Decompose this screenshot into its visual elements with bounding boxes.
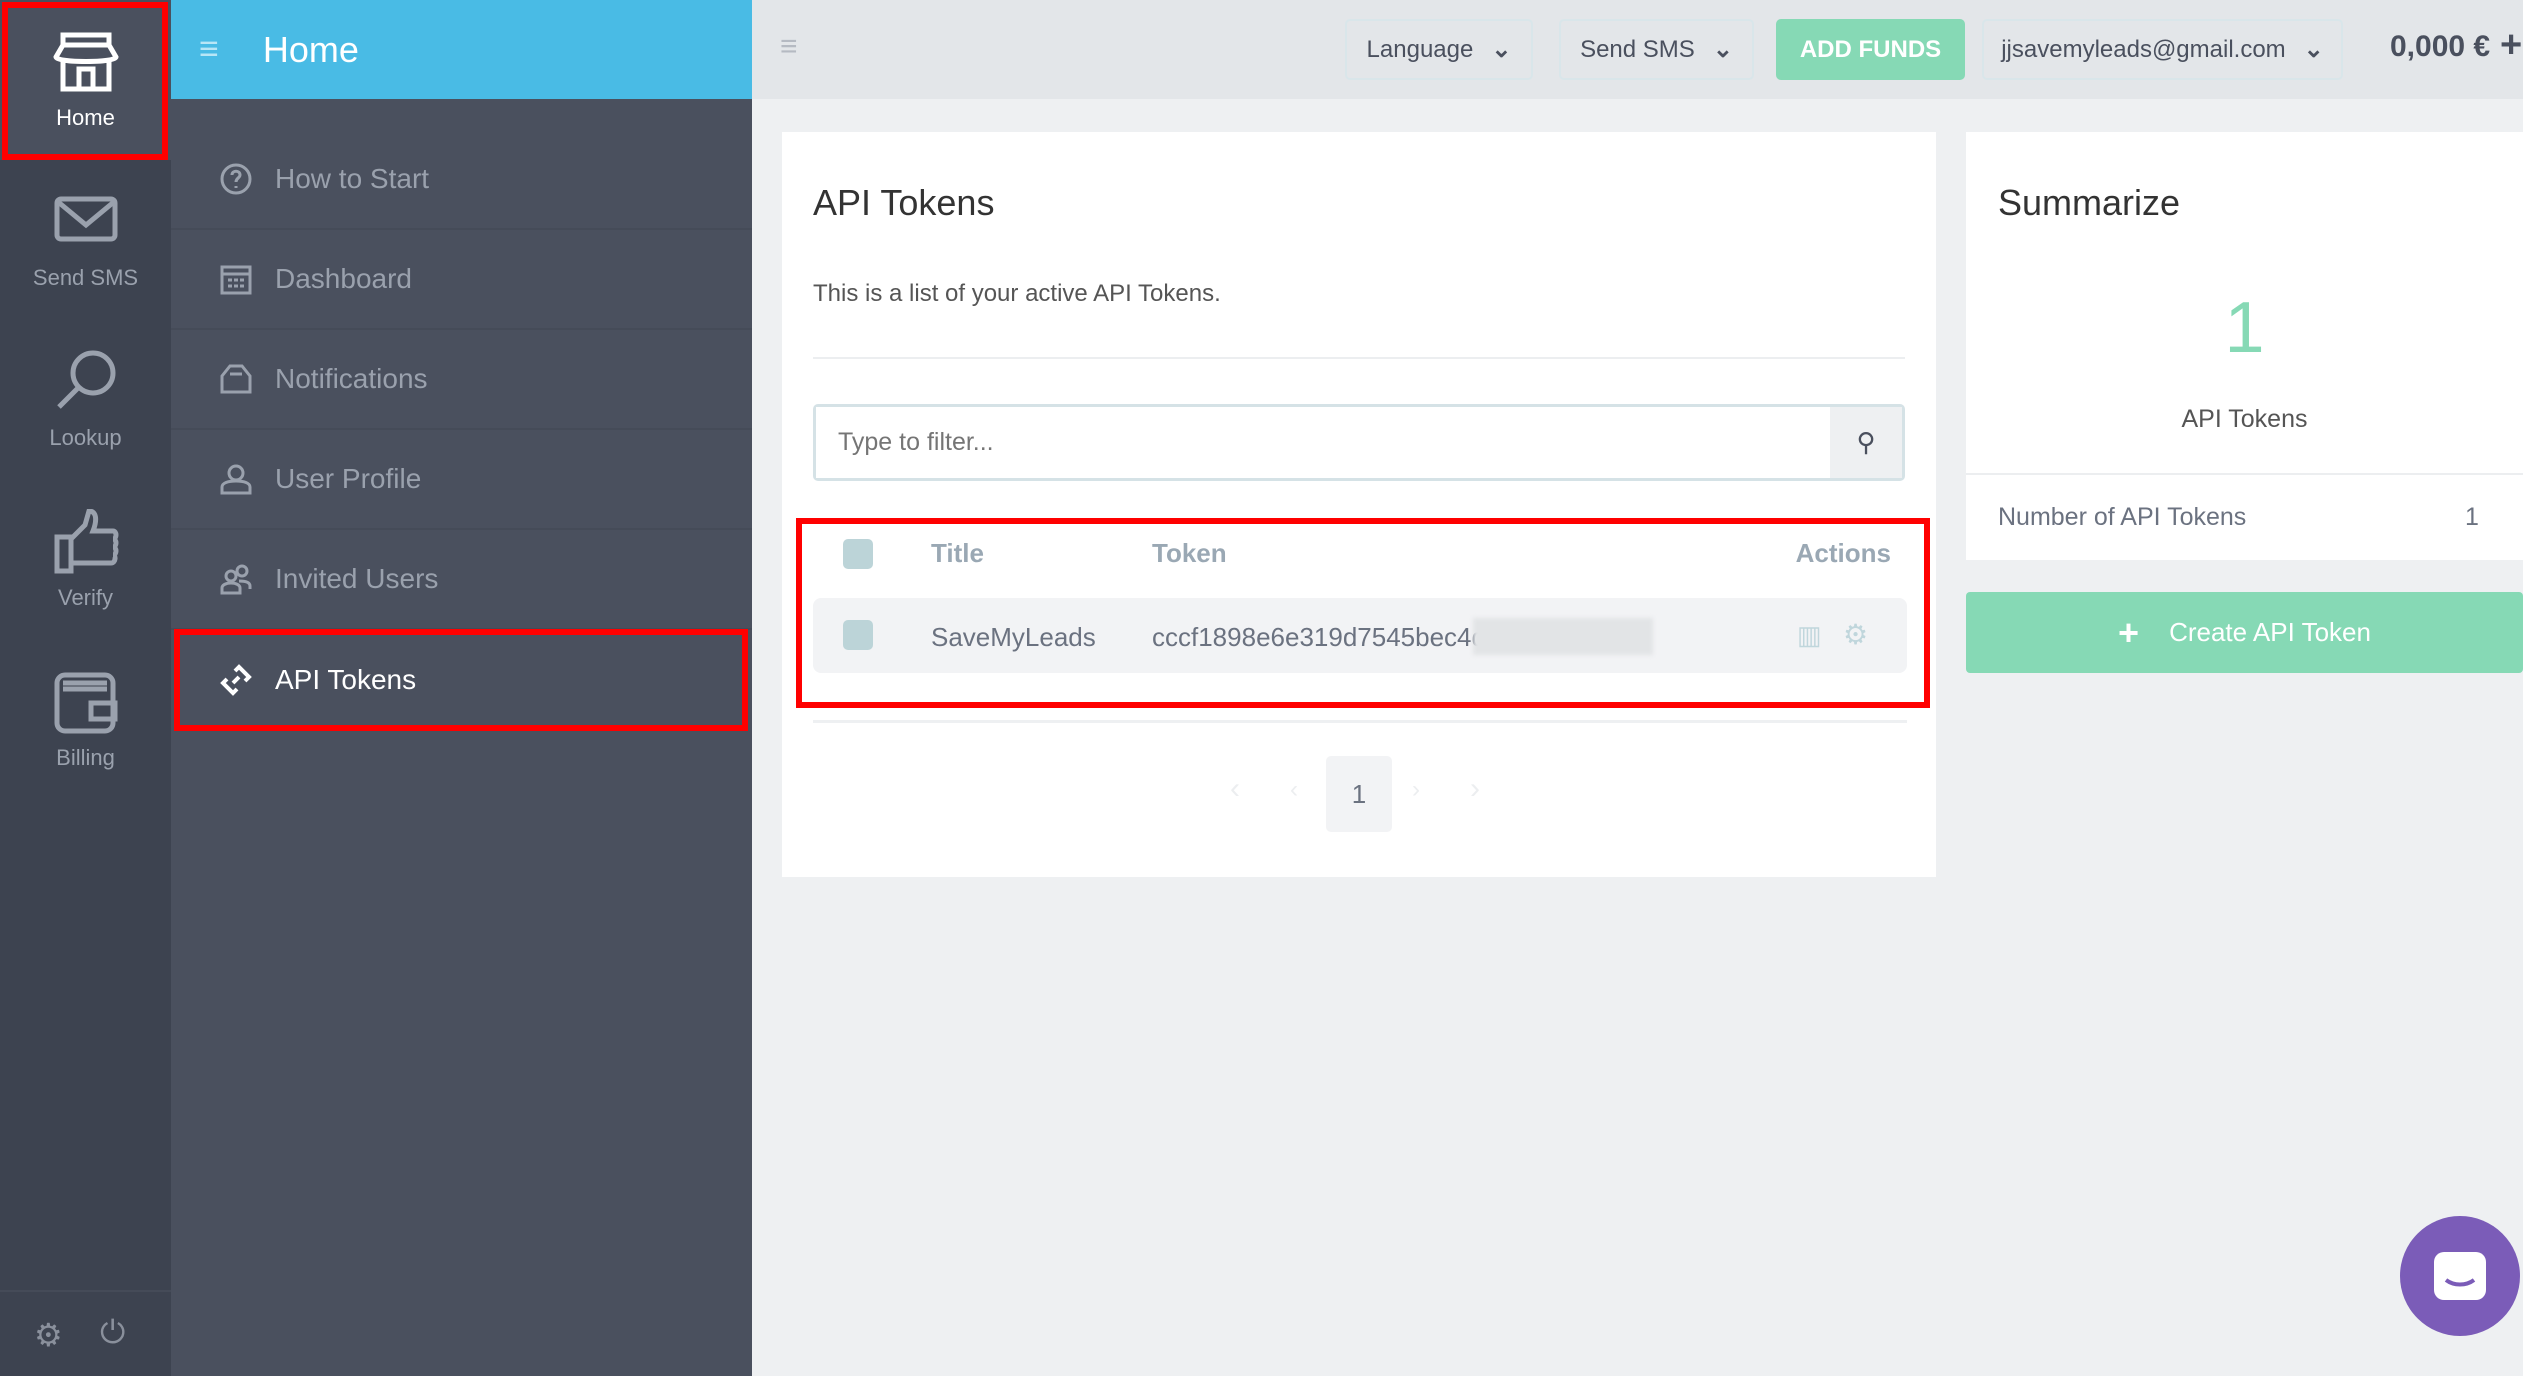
icon-rail: Home Send SMS Lookup Verify Billing ⚙ ⏻ bbox=[0, 0, 171, 1376]
balance: 0,000 € bbox=[2390, 30, 2491, 63]
stat-value: 1 bbox=[2465, 503, 2479, 531]
sidebar-item-label: Dashboard bbox=[275, 263, 412, 294]
question-circle-icon bbox=[220, 163, 252, 195]
api-tokens-card: API Tokens This is a list of your active… bbox=[782, 132, 1936, 877]
calendar-icon bbox=[220, 265, 252, 295]
gear-icon[interactable]: ⚙ bbox=[1843, 618, 1868, 651]
filter-field: ⚲ bbox=[813, 404, 1905, 481]
token-count: 1 bbox=[2224, 288, 2265, 368]
divider bbox=[813, 357, 1905, 359]
column-header-title[interactable]: Title bbox=[931, 538, 984, 569]
gear-icon[interactable]: ⚙ bbox=[34, 1316, 63, 1354]
summary-card: Summarize 1 API Tokens Number of API Tok… bbox=[1966, 132, 2523, 560]
sidebar-header: ≡ Home bbox=[171, 0, 752, 99]
wallet-icon bbox=[54, 672, 117, 734]
last-page-icon[interactable]: › bbox=[1470, 772, 1480, 806]
row-title: SaveMyLeads bbox=[931, 622, 1096, 652]
card-description: This is a list of your active API Tokens… bbox=[813, 280, 1221, 307]
user-icon bbox=[220, 464, 252, 495]
sidebar-item-label: How to Start bbox=[275, 163, 430, 194]
sidebar-item-notifications[interactable]: Notifications bbox=[171, 330, 752, 430]
chat-icon bbox=[2434, 1252, 2486, 1300]
column-header-actions: Actions bbox=[1795, 538, 1891, 568]
chevron-down-icon: ⌄ bbox=[1712, 36, 1733, 63]
plus-icon: + bbox=[2118, 611, 2140, 653]
sidebar-item-how-to-start[interactable]: How to Start bbox=[171, 130, 752, 230]
sidebar-item-api-tokens[interactable]: API Tokens bbox=[171, 630, 752, 730]
select-all-checkbox[interactable] bbox=[843, 539, 873, 569]
page-1-button[interactable]: 1 bbox=[1326, 756, 1392, 832]
power-icon[interactable]: ⏻ bbox=[100, 1314, 125, 1352]
language-label: Language bbox=[1366, 35, 1474, 63]
token-count-label: API Tokens bbox=[2181, 405, 2308, 433]
row-checkbox[interactable] bbox=[843, 620, 873, 650]
card-title: API Tokens bbox=[813, 182, 995, 223]
rail-label: Billing bbox=[56, 745, 115, 770]
stat-label: Number of API Tokens bbox=[1998, 503, 2247, 531]
language-dropdown[interactable]: Language ⌄ bbox=[1345, 19, 1533, 80]
chart-icon[interactable]: ▥ bbox=[1797, 620, 1822, 651]
users-icon bbox=[220, 564, 252, 595]
send-sms-dropdown[interactable]: Send SMS ⌄ bbox=[1559, 19, 1754, 80]
next-page-icon[interactable]: › bbox=[1412, 776, 1420, 804]
sidebar-item-dashboard[interactable]: Dashboard bbox=[171, 230, 752, 330]
summary-title: Summarize bbox=[1998, 182, 2181, 223]
sidebar-item-invited-users[interactable]: Invited Users bbox=[171, 530, 752, 630]
rail-item-lookup[interactable]: Lookup bbox=[0, 320, 171, 480]
thumbs-up-icon bbox=[54, 509, 118, 574]
divider bbox=[813, 720, 1907, 723]
plus-icon[interactable]: + bbox=[2500, 24, 2522, 67]
search-icon[interactable]: ⚲ bbox=[1830, 407, 1902, 478]
column-header-token[interactable]: Token bbox=[1152, 538, 1227, 569]
rail-item-billing[interactable]: Billing bbox=[0, 640, 171, 800]
store-icon bbox=[52, 32, 119, 92]
inbox-icon bbox=[220, 364, 252, 394]
divider bbox=[0, 1290, 171, 1292]
prev-page-icon[interactable]: ‹ bbox=[1290, 776, 1298, 804]
token-redacted-blur bbox=[1473, 618, 1653, 655]
rail-item-verify[interactable]: Verify bbox=[0, 480, 171, 640]
account-email: jjsavemyleads@gmail.com bbox=[2001, 35, 2286, 63]
create-api-token-button[interactable]: + Create API Token bbox=[1966, 592, 2523, 673]
chat-widget-button[interactable] bbox=[2400, 1216, 2520, 1336]
magnifier-icon bbox=[56, 350, 115, 409]
account-dropdown[interactable]: jjsavemyleads@gmail.com ⌄ bbox=[1982, 19, 2343, 80]
chevron-down-icon: ⌄ bbox=[2303, 36, 2324, 63]
create-label: Create API Token bbox=[2169, 617, 2371, 647]
rail-label: Lookup bbox=[49, 425, 122, 450]
sidebar-item-user-profile[interactable]: User Profile bbox=[171, 430, 752, 530]
rail-label: Home bbox=[56, 105, 115, 130]
first-page-icon[interactable]: ‹ bbox=[1230, 772, 1240, 806]
add-funds-button[interactable]: ADD FUNDS bbox=[1776, 19, 1965, 80]
sidebar-title: Home bbox=[262, 28, 359, 70]
envelope-icon bbox=[54, 196, 117, 242]
filter-input[interactable] bbox=[816, 407, 1830, 478]
send-sms-label: Send SMS bbox=[1580, 35, 1695, 63]
rail-item-home[interactable]: Home bbox=[0, 0, 171, 160]
rail-label: Send SMS bbox=[32, 265, 139, 290]
rail-label: Verify bbox=[57, 585, 114, 610]
sidebar-item-label: Invited Users bbox=[275, 563, 439, 594]
sidebar-item-label: User Profile bbox=[275, 463, 422, 494]
link-icon bbox=[220, 664, 252, 696]
sidebar-item-label: Notifications bbox=[275, 363, 428, 394]
divider bbox=[1966, 473, 2523, 475]
hamburger-icon[interactable]: ≡ bbox=[199, 30, 219, 69]
sidebar-item-label: API Tokens bbox=[275, 664, 417, 695]
hamburger-icon[interactable]: ≡ bbox=[780, 30, 798, 64]
rail-item-send-sms[interactable]: Send SMS bbox=[0, 160, 171, 320]
chevron-down-icon: ⌄ bbox=[1491, 36, 1512, 63]
table-row: SaveMyLeads cccf1898e6e319d7545bec4dfd6c… bbox=[813, 598, 1907, 673]
